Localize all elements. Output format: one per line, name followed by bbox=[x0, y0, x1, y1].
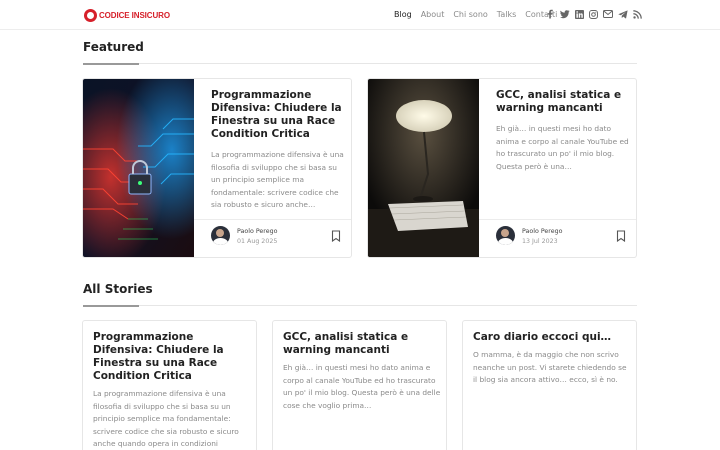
instagram-icon[interactable] bbox=[589, 9, 598, 19]
rss-icon[interactable] bbox=[633, 9, 642, 19]
twitter-icon[interactable] bbox=[560, 9, 570, 19]
featured-excerpt: Eh già… in questi mesi ho dato anima e c… bbox=[496, 124, 629, 171]
site-header: CODICE INSICURO Blog About Chi sono Talk… bbox=[0, 0, 720, 30]
bookmark-icon[interactable] bbox=[331, 230, 341, 242]
story-card[interactable]: GCC, analisi statica e warning mancanti … bbox=[272, 320, 447, 450]
card-footer: Paolo Perego 01 Aug 2025 bbox=[194, 219, 351, 257]
featured-heading: Featured bbox=[83, 40, 144, 54]
main-nav: Blog About Chi sono Talks Contatti bbox=[394, 0, 557, 28]
story-title[interactable]: Programmazione Difensiva: Chiudere la Fi… bbox=[93, 331, 251, 383]
author-avatar[interactable] bbox=[496, 226, 515, 245]
bookmark-icon[interactable] bbox=[616, 230, 626, 242]
story-excerpt: O mamma, è da maggio che non scrivo nean… bbox=[473, 350, 627, 384]
story-excerpt: Eh già… in questi mesi ho dato anima e c… bbox=[283, 363, 441, 410]
nav-blog[interactable]: Blog bbox=[394, 10, 412, 19]
story-title[interactable]: GCC, analisi statica e warning mancanti bbox=[283, 331, 441, 357]
facebook-icon[interactable] bbox=[546, 9, 555, 19]
site-logo[interactable]: CODICE INSICURO bbox=[84, 7, 170, 23]
nav-about[interactable]: About bbox=[421, 10, 445, 19]
story-card[interactable]: Caro diario eccoci qui… O mamma, è da ma… bbox=[462, 320, 637, 450]
nav-chi-sono[interactable]: Chi sono bbox=[453, 10, 487, 19]
logo-mark-icon bbox=[84, 8, 97, 22]
linkedin-icon[interactable] bbox=[575, 9, 584, 19]
email-icon[interactable] bbox=[603, 10, 613, 18]
all-stories-heading: All Stories bbox=[83, 282, 153, 296]
all-stories-divider bbox=[83, 304, 637, 307]
story-card[interactable]: Programmazione Difensiva: Chiudere la Fi… bbox=[82, 320, 257, 450]
featured-title[interactable]: GCC, analisi statica e warning mancanti bbox=[496, 89, 630, 115]
author-avatar[interactable] bbox=[211, 226, 230, 245]
post-date: 13 Jul 2023 bbox=[522, 238, 558, 245]
featured-card[interactable]: GCC, analisi statica e warning mancanti … bbox=[367, 78, 637, 258]
desk-lamp-thumbnail bbox=[368, 79, 479, 257]
featured-title[interactable]: Programmazione Difensiva: Chiudere la Fi… bbox=[211, 89, 345, 141]
race-condition-thumbnail bbox=[83, 79, 194, 257]
social-links bbox=[546, 8, 642, 20]
telegram-icon[interactable] bbox=[618, 9, 628, 19]
author-name[interactable]: Paolo Perego bbox=[522, 228, 562, 235]
story-title[interactable]: Caro diario eccoci qui… bbox=[473, 331, 631, 344]
nav-talks[interactable]: Talks bbox=[497, 10, 517, 19]
featured-card[interactable]: Programmazione Difensiva: Chiudere la Fi… bbox=[82, 78, 352, 258]
featured-divider bbox=[83, 62, 637, 65]
post-date: 01 Aug 2025 bbox=[237, 238, 278, 245]
featured-excerpt: La programmazione difensiva è una filoso… bbox=[211, 150, 344, 209]
story-excerpt: La programmazione difensiva è una filoso… bbox=[93, 389, 239, 448]
card-footer: Paolo Perego 13 Jul 2023 bbox=[479, 219, 636, 257]
author-name[interactable]: Paolo Perego bbox=[237, 228, 277, 235]
logo-text: CODICE INSICURO bbox=[99, 10, 170, 20]
